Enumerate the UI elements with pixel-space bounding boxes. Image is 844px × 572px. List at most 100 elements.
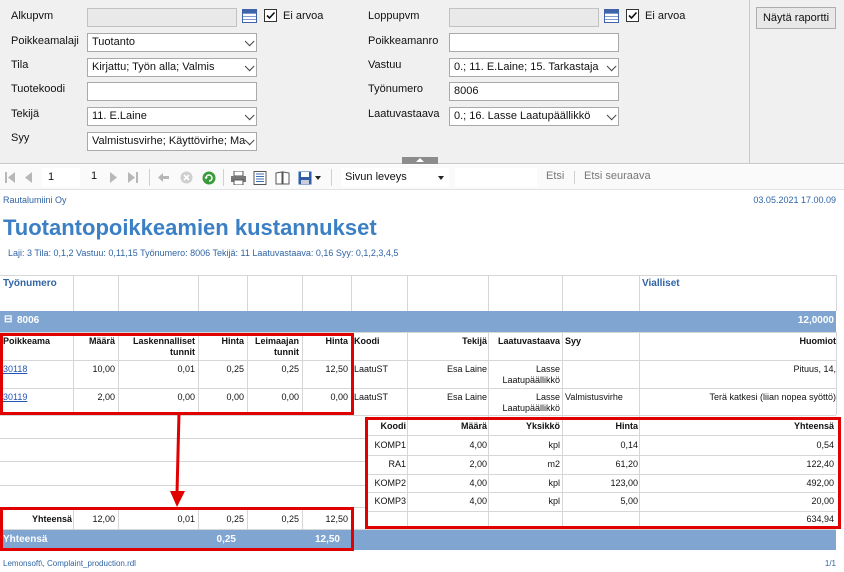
refresh-icon[interactable] (202, 171, 216, 185)
find-input[interactable] (455, 168, 537, 187)
collapse-panel-handle[interactable] (402, 157, 438, 164)
print-layout-icon[interactable] (253, 171, 267, 185)
grid-line (488, 332, 489, 415)
report-view: Rautalumiini Oy 03.05.2021 17.00.09 Tuot… (0, 191, 844, 572)
report-toolbar: 1 1 Sivun leveys Etsi Etsi seuraava (0, 165, 844, 190)
chevron-down-icon (606, 110, 617, 121)
grid-line (836, 332, 837, 415)
vastuu-value: 0.; 11. E.Laine; 15. Tarkastaja (454, 61, 599, 73)
toolbar-separator (149, 169, 150, 186)
export-save-icon[interactable] (298, 171, 312, 185)
poikkeamalaji-select[interactable]: Tuotanto (87, 33, 257, 52)
find-link[interactable]: Etsi (546, 170, 564, 182)
group-vialliset: 12,0000 (797, 315, 834, 326)
report-date: 03.05.2021 17.00.09 (753, 195, 836, 205)
grid-line (0, 275, 836, 276)
tekija-label: Tekijä (11, 108, 40, 120)
chevron-down-icon (244, 61, 255, 72)
laatuvastaava-select[interactable]: 0.; 16. Lasse Laatupäällikkö (449, 107, 619, 126)
poikkeamanro-label: Poikkeamanro (368, 35, 439, 47)
row-laatuvastaava-2: Laatupäällikkö (502, 375, 560, 385)
loppupvm-field[interactable] (449, 8, 599, 27)
grid-line (639, 275, 640, 311)
report-footer-source: Lemonsoft\, Complaint_production.rdl (3, 559, 136, 568)
laatuvastaava-label: Laatuvastaava (368, 108, 440, 120)
grid-line (118, 275, 119, 311)
find-next-link[interactable]: Etsi seuraava (584, 170, 651, 182)
vastuu-select[interactable]: 0.; 11. E.Laine; 15. Tarkastaja (449, 58, 619, 77)
row-huomiot: Terä katkesi (liian nopea syöttö) (709, 392, 836, 402)
annotation-arrow (170, 413, 185, 507)
page-number-input[interactable]: 1 (42, 168, 80, 187)
tuotekoodi-input[interactable] (87, 82, 257, 101)
row-koodi: LaatuST (354, 392, 389, 402)
grid-line (73, 275, 74, 311)
syy-value: Valmistusvirhe; Käyttövirhe; Ma (92, 135, 246, 147)
grid-line (302, 275, 303, 311)
grid-line (0, 415, 836, 416)
tila-select[interactable]: Kirjattu; Työn alla; Valmis (87, 58, 257, 77)
grid-line (407, 332, 408, 415)
next-page-icon[interactable] (110, 172, 118, 183)
grid-line (247, 275, 248, 311)
page-total: 1 (91, 170, 98, 182)
row-huomiot: Pituus, 14, (793, 364, 836, 374)
laatuvastaava-value: 0.; 16. Lasse Laatupäällikkö (454, 110, 591, 122)
highlight-box-materials (365, 417, 841, 529)
calendar-icon[interactable] (242, 9, 257, 23)
col-huomiot: Huomiot (799, 336, 837, 346)
filter-panel: Alkupvm Poikkeamalaji Tila Tuotekoodi Te… (0, 0, 844, 164)
vastuu-label: Vastuu (368, 59, 402, 71)
alkupvm-no-value-checkbox[interactable] (264, 9, 277, 22)
page-setup-icon[interactable] (275, 171, 290, 185)
loppupvm-no-value-label: Ei arvoa (645, 10, 686, 22)
toolbar-separator (574, 171, 575, 184)
syy-select[interactable]: Valmistusvirhe; Käyttövirhe; Ma (87, 132, 257, 151)
zoom-select[interactable]: Sivun leveys (341, 168, 449, 187)
col-tekija: Tekijä (462, 336, 487, 346)
row-syy: Valmistusvirhe (565, 392, 623, 402)
row-koodi: LaatuST (354, 364, 389, 374)
chevron-down-icon (438, 176, 444, 180)
col-header-vialliset: Vialliset (642, 278, 680, 289)
grid-line (562, 332, 563, 415)
group-tyonumero: 8006 (17, 315, 40, 326)
tyonumero-input[interactable]: 8006 (449, 82, 619, 101)
calendar-icon[interactable] (604, 9, 619, 23)
collapse-group-icon[interactable]: ⊟ (4, 314, 12, 325)
chevron-down-icon (244, 110, 255, 121)
row-laatuvastaava-1: Lasse (535, 392, 560, 402)
toolbar-separator (331, 169, 332, 186)
print-icon[interactable] (231, 171, 246, 185)
report-footer-page: 1/1 (824, 559, 836, 568)
highlight-box-detail (0, 333, 354, 415)
report-parameters: Laji: 3 Tila: 0,1,2 Vastuu: 0,11,15 Työn… (8, 248, 399, 258)
chevron-down-icon (244, 36, 255, 47)
stop-icon[interactable] (180, 171, 193, 184)
poikkeamalaji-label: Poikkeamalaji (11, 35, 79, 47)
col-syy: Syy (565, 336, 582, 346)
tekija-select[interactable]: 11. E.Laine (87, 107, 257, 126)
alkupvm-field[interactable] (87, 8, 237, 27)
export-dropdown-icon[interactable] (315, 176, 321, 180)
loppupvm-no-value-checkbox[interactable] (626, 9, 639, 22)
zoom-value: Sivun leveys (345, 171, 407, 183)
highlight-box-totals (0, 507, 354, 551)
syy-label: Syy (11, 132, 30, 144)
previous-page-icon[interactable] (24, 172, 32, 183)
last-page-icon[interactable] (128, 172, 138, 183)
first-page-icon[interactable] (5, 172, 15, 183)
col-koodi: Koodi (354, 336, 380, 346)
back-icon[interactable] (158, 172, 169, 183)
tuotekoodi-label: Tuotekoodi (11, 83, 66, 95)
show-report-button[interactable]: Näytä raportti (756, 7, 836, 29)
chevron-down-icon (606, 61, 617, 72)
panel-divider (749, 0, 750, 164)
grid-line (198, 275, 199, 311)
grid-line (836, 275, 837, 311)
company-name: Rautalumiini Oy (3, 195, 67, 205)
poikkeamanro-input[interactable] (449, 33, 619, 52)
tyonumero-label: Työnumero (368, 83, 424, 95)
toolbar-separator (223, 169, 224, 186)
row-tekija: Esa Laine (446, 392, 487, 402)
